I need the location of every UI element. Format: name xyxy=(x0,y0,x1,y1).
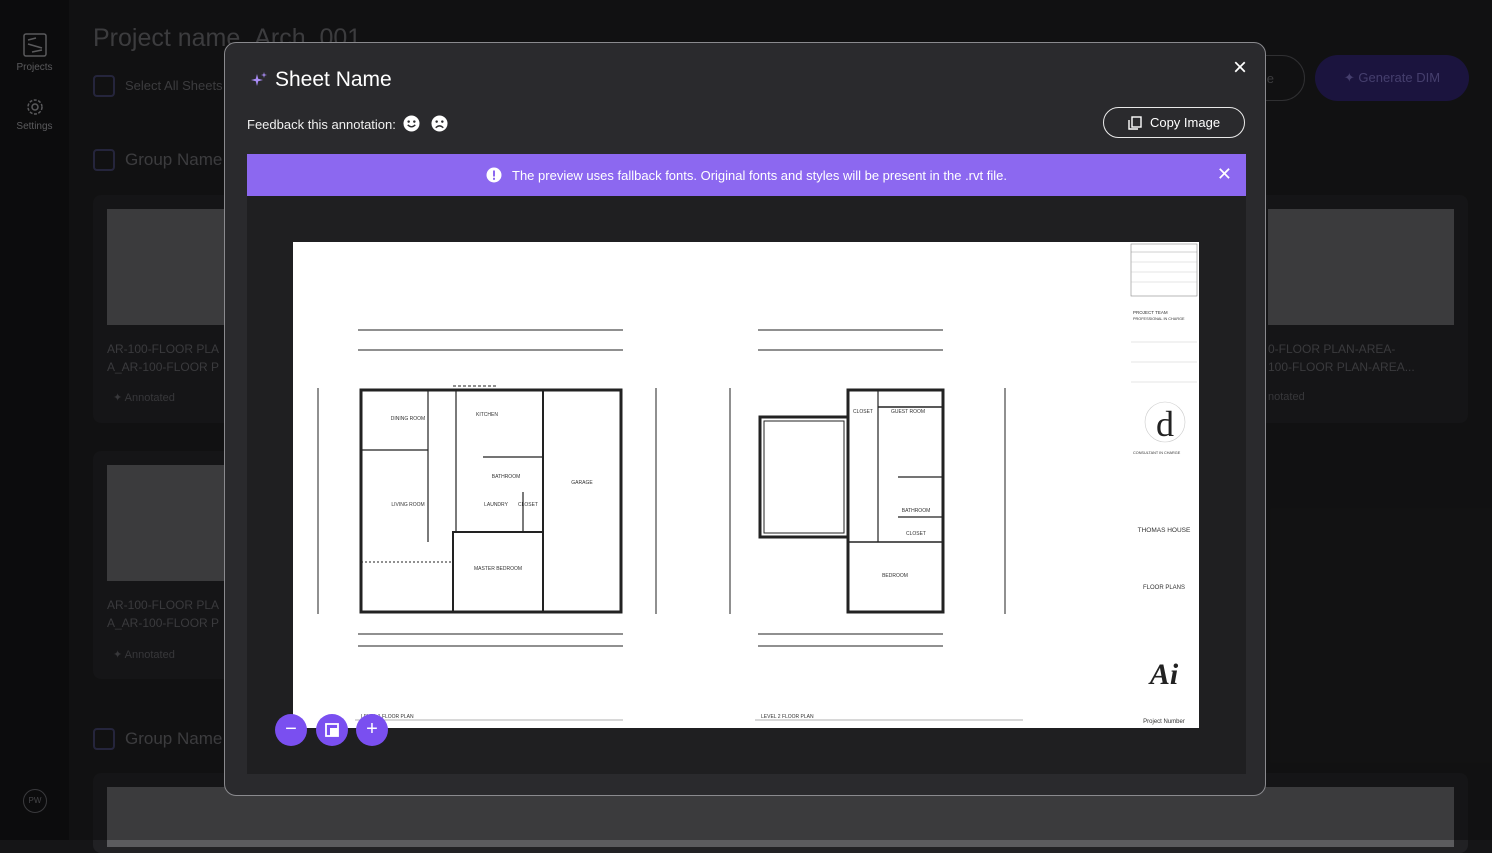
sheet-preview-area[interactable]: DINING ROOM KITCHEN LIVING ROOM BATHROOM… xyxy=(247,196,1246,774)
room-living: LIVING ROOM xyxy=(391,502,424,508)
banner-text: The preview uses fallback fonts. Origina… xyxy=(512,167,1007,183)
frown-icon[interactable] xyxy=(431,115,448,132)
copy-image-label: Copy Image xyxy=(1149,115,1221,130)
banner-close-icon[interactable]: ✕ xyxy=(1217,164,1232,185)
feedback-label: Feedback this annotation: xyxy=(247,117,396,132)
sheet-title-text: FLOOR PLANS xyxy=(1143,585,1185,591)
room2-guest: GUEST ROOM xyxy=(891,409,925,415)
copy-image-button[interactable]: Copy Image xyxy=(1103,107,1245,138)
alert-icon xyxy=(486,167,502,183)
room-kitchen: KITCHEN xyxy=(476,412,498,418)
consultant-logo: d xyxy=(1156,404,1174,444)
project-number-text: Project Number xyxy=(1143,719,1185,725)
zoom-out-button[interactable]: − xyxy=(275,714,307,746)
copy-icon xyxy=(1128,115,1142,130)
fit-screen-button[interactable] xyxy=(316,714,348,746)
room-master-bedroom: MASTER BEDROOM xyxy=(474,566,522,572)
room2-bedroom: BEDROOM xyxy=(882,573,908,579)
project-team-label: PROJECT TEAM xyxy=(1133,310,1168,315)
level2-plan xyxy=(729,329,1006,647)
level1-plan xyxy=(317,329,657,647)
sheet-drawing: DINING ROOM KITCHEN LIVING ROOM BATHROOM… xyxy=(293,242,1199,728)
room2-bathroom: BATHROOM xyxy=(902,508,931,514)
fit-screen-icon xyxy=(325,723,339,737)
room-laundry: LAUNDRY xyxy=(484,502,508,508)
floor-plan-drawing: DINING ROOM KITCHEN LIVING ROOM BATHROOM… xyxy=(317,243,1198,725)
professional-label: PROFESSIONAL IN CHARGE xyxy=(1133,317,1185,321)
room-dining: DINING ROOM xyxy=(391,416,425,422)
ai-logo: Ai xyxy=(1148,658,1179,691)
fallback-font-banner: The preview uses fallback fonts. Origina… xyxy=(247,154,1246,196)
title-block: PROJECT TEAM PROFESSIONAL IN CHARGE d CO… xyxy=(1130,243,1198,725)
room2-closet: CLOSET xyxy=(853,409,873,415)
zoom-in-button[interactable]: + xyxy=(356,714,388,746)
close-icon[interactable]: × xyxy=(1233,56,1247,80)
smile-icon[interactable] xyxy=(403,115,420,132)
room2-closet: CLOSET xyxy=(906,531,926,537)
sparkle-icon xyxy=(251,72,267,86)
project-name-text: THOMAS HOUSE xyxy=(1138,527,1191,534)
modal-title: Sheet Name xyxy=(275,68,392,91)
consultant-label: CONSULTANT IN CHARGE xyxy=(1133,451,1181,455)
room-closet: CLOSET xyxy=(518,502,538,508)
sheet-preview-modal: Sheet Name × Feedback this annotation: C… xyxy=(224,42,1266,796)
room-bathroom: BATHROOM xyxy=(492,474,521,480)
room-garage: GARAGE xyxy=(571,480,593,486)
plan2-label: LEVEL 2 FLOOR PLAN xyxy=(761,714,814,720)
